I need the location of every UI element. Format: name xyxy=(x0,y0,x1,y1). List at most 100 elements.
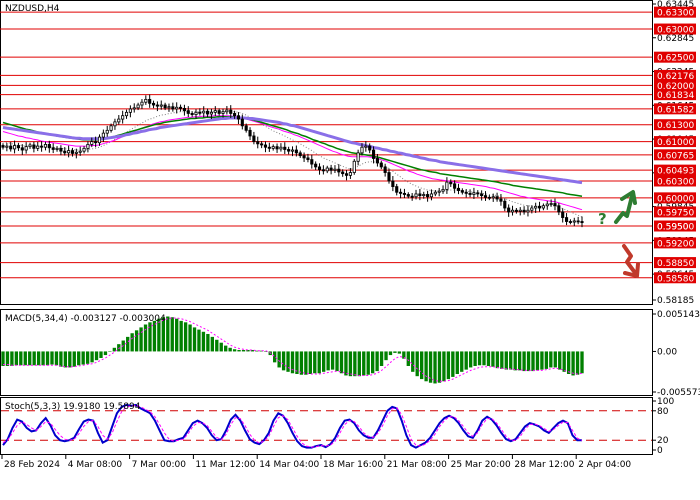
candle-body xyxy=(256,141,260,145)
macd-bar xyxy=(94,351,99,361)
level-badge-text: 0.63300 xyxy=(657,9,694,19)
macd-bar xyxy=(526,351,531,372)
macd-bar xyxy=(152,320,157,352)
candle-body xyxy=(109,125,113,131)
candle-body xyxy=(329,167,333,171)
macd-bar xyxy=(326,351,330,371)
candle-body xyxy=(410,195,414,198)
candle-body xyxy=(387,172,391,182)
level-badge-text: 0.60300 xyxy=(657,177,694,187)
candle-body xyxy=(364,145,368,148)
macd-bar xyxy=(419,351,424,380)
candle-body xyxy=(491,196,495,199)
candle-body xyxy=(537,205,542,209)
macd-bar xyxy=(237,349,241,352)
macd-bar xyxy=(486,351,491,366)
stoch-tick-label: 0 xyxy=(657,446,663,456)
candle-body xyxy=(487,196,491,199)
macd-bar xyxy=(477,351,482,366)
macd-bar xyxy=(14,351,19,366)
time-tick-label: 4 Mar 08:00 xyxy=(68,460,123,470)
level-badge-text: 0.58850 xyxy=(657,259,694,269)
candle-body xyxy=(67,150,71,154)
macd-bar xyxy=(85,351,90,364)
candle-body xyxy=(522,209,526,213)
macd-bar xyxy=(535,351,540,371)
candle-body xyxy=(352,160,356,173)
macd-bar xyxy=(362,351,366,376)
candle-body xyxy=(271,146,275,149)
macd-bar xyxy=(446,351,451,380)
level-badge-text: 0.62500 xyxy=(657,54,694,64)
time-tick-label: 7 Mar 00:00 xyxy=(132,460,187,470)
candle-body xyxy=(290,149,295,152)
candle-body xyxy=(464,191,468,194)
macd-bar xyxy=(379,351,384,366)
candle-body xyxy=(317,166,322,171)
candle-body xyxy=(372,149,376,159)
macd-bar xyxy=(219,342,223,352)
candle-body xyxy=(379,162,383,168)
candle-body xyxy=(580,221,584,224)
candle-body xyxy=(275,146,279,150)
candle-body xyxy=(514,209,518,212)
macd-bar xyxy=(206,333,210,352)
macd-bar xyxy=(175,318,179,352)
macd-bar xyxy=(330,351,335,370)
candle-body xyxy=(530,207,534,211)
macd-bar xyxy=(54,351,59,366)
level-badge-text: 0.61582 xyxy=(657,105,694,115)
candle-body xyxy=(124,111,129,117)
macd-bar xyxy=(442,351,446,382)
candle-body xyxy=(159,104,163,107)
macd-bar xyxy=(348,351,353,377)
macd-bar xyxy=(228,347,232,352)
macd-bar xyxy=(544,351,549,369)
candle-body xyxy=(163,104,167,109)
candle-body xyxy=(171,106,175,110)
candle-body xyxy=(140,101,144,106)
candle-body xyxy=(557,205,561,213)
candle-body xyxy=(179,106,183,109)
macd-bar xyxy=(126,336,130,352)
macd-bar xyxy=(468,351,473,368)
candle-body xyxy=(209,111,213,115)
candle-body xyxy=(82,147,86,152)
macd-bar xyxy=(72,351,76,367)
candle-body xyxy=(74,151,78,154)
candle-body xyxy=(221,111,225,114)
macd-bar xyxy=(335,351,339,372)
candle-body xyxy=(310,159,314,165)
macd-bar xyxy=(464,351,468,370)
macd-bar xyxy=(5,351,10,366)
candle-body xyxy=(341,171,345,175)
macd-bar xyxy=(451,351,455,377)
candle-body xyxy=(456,187,461,191)
stoch-tick-label: 20 xyxy=(657,436,669,446)
level-badge-text: 0.60493 xyxy=(657,167,694,177)
macd-bar xyxy=(210,336,215,352)
macd-bar xyxy=(562,351,566,372)
candle-body xyxy=(20,147,24,151)
candle-body xyxy=(248,129,252,137)
macd-bar xyxy=(281,351,286,371)
macd-bar xyxy=(388,351,393,356)
candle-body xyxy=(63,150,67,154)
candle-body xyxy=(263,144,268,148)
candle-body xyxy=(121,115,125,120)
macd-bar xyxy=(509,351,513,370)
candle-body xyxy=(287,149,291,152)
candle-body xyxy=(240,118,244,127)
macd-bar xyxy=(59,351,63,367)
level-badge-text: 0.59750 xyxy=(657,208,694,218)
candle-body xyxy=(1,145,5,148)
candle-body xyxy=(244,125,248,131)
candle-body xyxy=(510,209,515,213)
candle-body xyxy=(59,147,63,152)
candle-body xyxy=(32,144,36,149)
candle-body xyxy=(565,217,569,222)
macd-bar xyxy=(166,316,170,352)
macd-bar xyxy=(215,339,219,352)
candle-body xyxy=(325,167,329,172)
macd-bar xyxy=(575,351,580,375)
